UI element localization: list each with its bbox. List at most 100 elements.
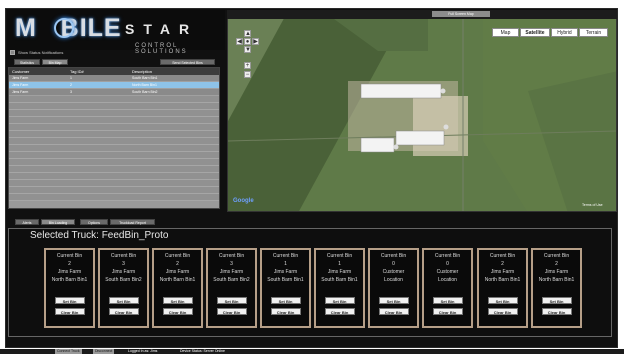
bin-card: Current Bin 1 Jims Farm South Barn Bin1 Set … — [260, 248, 311, 328]
bin-card-location: South Barn Bin2 — [105, 277, 142, 283]
clear-bin-button[interactable]: Clear Bin — [216, 308, 247, 315]
device-status: Device Status: Server Online — [180, 349, 225, 353]
notifications-checkbox[interactable] — [10, 50, 15, 55]
clear-bin-button[interactable]: Clear Bin — [162, 308, 193, 315]
bin-card-location: North Barn Bin1 — [159, 277, 196, 283]
column-header-description[interactable]: Description — [129, 68, 219, 75]
bin-card-heading: Current Bin — [380, 253, 407, 259]
tab-bin-map[interactable]: Bin Map — [42, 59, 68, 65]
bin-card-customer: Jims Farm — [544, 269, 569, 275]
zoom-out-icon[interactable]: − — [244, 71, 251, 78]
tab-alerts[interactable]: Alerts — [15, 219, 39, 225]
notifications-option[interactable]: Show Status Notifications — [10, 50, 63, 55]
bin-card-location: South Barn Bin1 — [267, 277, 304, 283]
set-bin-button[interactable]: Set Bin — [162, 297, 193, 304]
pan-up-icon[interactable]: ▲ — [244, 30, 251, 37]
set-bin-button[interactable]: Set Bin — [108, 297, 139, 304]
set-bin-button[interactable]: Set Bin — [487, 297, 518, 304]
pan-down-icon[interactable]: ▼ — [244, 46, 251, 53]
clear-bin-button[interactable]: Clear Bin — [541, 308, 572, 315]
bins-table: Customer Tag ID# Description Jims Farm 1… — [8, 67, 220, 209]
bin-card-number: 1 — [338, 261, 341, 267]
bin-card-customer: Jims Farm — [57, 269, 82, 275]
column-header-tag[interactable]: Tag ID# — [67, 68, 129, 75]
table-empty-row — [9, 124, 219, 131]
status-bar: Connect Truck Disconnect Logged In as: J… — [0, 349, 624, 354]
bin-card: Current Bin 0 Customer Location Set Bin Clear… — [422, 248, 473, 328]
table-row[interactable]: Jims Farm 1 South Barn Bin1 — [9, 75, 219, 82]
table-empty-row — [9, 180, 219, 187]
bin-card-number: 3 — [122, 261, 125, 267]
logo-orb-icon — [54, 18, 74, 38]
map-type-map-button[interactable]: Map — [492, 28, 519, 37]
bin-card-location: Location — [384, 277, 403, 283]
google-logo: Google — [233, 198, 254, 204]
bin-card-customer: Jims Farm — [273, 269, 298, 275]
disconnect-button[interactable]: Disconnect — [93, 349, 115, 354]
set-bin-button[interactable]: Set Bin — [270, 297, 301, 304]
clear-bin-button[interactable]: Clear Bin — [54, 308, 85, 315]
selected-truck-name: FeedBin_Proto — [101, 230, 169, 241]
column-header-customer[interactable]: Customer — [9, 68, 67, 75]
tab-truckload-report[interactable]: Truckload Report — [110, 219, 155, 225]
clear-bin-button[interactable]: Clear Bin — [270, 308, 301, 315]
satellite-map[interactable] — [227, 10, 617, 212]
bin-card: Current Bin 2 Jims Farm North Barn Bin1 Set … — [477, 248, 528, 328]
cell-description: South Barn Bin1 — [132, 76, 158, 80]
zoom-in-icon[interactable]: + — [244, 62, 251, 69]
map-type-hybrid-button[interactable]: Hybrid — [551, 28, 578, 37]
set-bin-button[interactable]: Set Bin — [378, 297, 409, 304]
table-empty-row — [9, 103, 219, 110]
set-bin-button[interactable]: Set Bin — [324, 297, 355, 304]
bin-card-customer: Jims Farm — [327, 269, 352, 275]
set-bin-button[interactable]: Set Bin — [541, 297, 572, 304]
table-empty-row — [9, 117, 219, 124]
cell-tag: 3 — [70, 90, 72, 94]
bin-card-number: 2 — [501, 261, 504, 267]
cell-customer: Jims Farm — [12, 76, 29, 80]
tab-statistics[interactable]: Statistics — [14, 59, 40, 65]
bin-card-location: South Barn Bin2 — [213, 277, 250, 283]
table-empty-row — [9, 173, 219, 180]
bin-card: Current Bin 2 Jims Farm North Barn Bin1 Set … — [152, 248, 203, 328]
connect-truck-button[interactable]: Connect Truck — [55, 349, 82, 354]
tab-bin-loading[interactable]: Bin Loading — [41, 219, 75, 225]
bin-card-number: 0 — [392, 261, 395, 267]
cell-description: North Barn Bin1 — [132, 83, 157, 87]
bin-card: Current Bin 0 Customer Location Set Bin Clear… — [368, 248, 419, 328]
bin-card-number: 2 — [68, 261, 71, 267]
clear-bin-button[interactable]: Clear Bin — [324, 308, 355, 315]
notifications-label: Show Status Notifications — [18, 50, 64, 55]
send-selected-bins-button[interactable]: Send Selected Bins — [160, 59, 215, 65]
clear-bin-button[interactable]: Clear Bin — [378, 308, 409, 315]
map-type-satellite-button[interactable]: Satellite — [520, 28, 550, 37]
cell-customer: Jims Farm — [12, 90, 29, 94]
bin-card-customer: Jims Farm — [111, 269, 136, 275]
map-imagery — [228, 11, 616, 211]
clear-bin-button[interactable]: Clear Bin — [108, 308, 139, 315]
clear-bin-button[interactable]: Clear Bin — [487, 308, 518, 315]
pan-center-icon[interactable]: ● — [244, 38, 251, 45]
bin-card-heading: Current Bin — [543, 253, 570, 259]
map-header-bar — [227, 10, 617, 19]
bin-card-number: 3 — [230, 261, 233, 267]
table-row-selected[interactable]: Jims Farm 2 North Barn Bin1 — [9, 82, 219, 89]
pan-right-icon[interactable]: ▶ — [252, 38, 259, 45]
bin-card-heading: Current Bin — [489, 253, 516, 259]
full-screen-map-button[interactable]: Full Screen Map — [432, 11, 490, 17]
set-bin-button[interactable]: Set Bin — [216, 297, 247, 304]
table-row[interactable]: Jims Farm 3 South Barn Bin2 — [9, 89, 219, 96]
bin-card-number: 2 — [176, 261, 179, 267]
set-bin-button[interactable]: Set Bin — [432, 297, 463, 304]
bin-card-number: 1 — [284, 261, 287, 267]
tab-options[interactable]: Options — [80, 219, 108, 225]
set-bin-button[interactable]: Set Bin — [54, 297, 85, 304]
clear-bin-button[interactable]: Clear Bin — [432, 308, 463, 315]
table-empty-row — [9, 194, 219, 201]
bin-card-location: South Barn Bin1 — [321, 277, 358, 283]
map-type-terrain-button[interactable]: Terrain — [579, 28, 608, 37]
pan-left-icon[interactable]: ◀ — [236, 38, 243, 45]
terms-of-use-link[interactable]: Terms of Use — [582, 203, 603, 207]
brand-logo: M BILE STAR CONTROL SOLUTIONS — [7, 10, 225, 55]
cell-tag: 1 — [70, 76, 72, 80]
